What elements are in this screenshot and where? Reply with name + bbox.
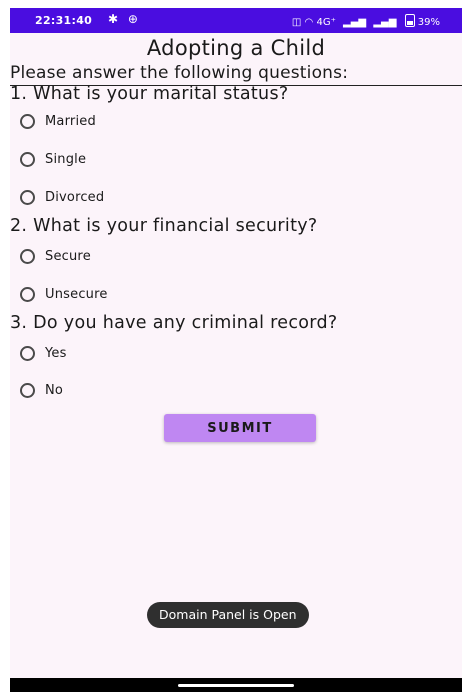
- radio-divorced[interactable]: Divorced: [20, 185, 104, 209]
- settings-gear-icon: ✱: [108, 12, 119, 26]
- vpn-icon: ⊕: [127, 12, 138, 26]
- app-screen: 22:31:40 ✱ ⊕ ◫ ◠ 4G⁺ ▂▄▆ ▂▄▆ 39% Adoptin…: [10, 8, 462, 692]
- network-type: 4G⁺: [316, 17, 336, 28]
- submit-button[interactable]: SUBMIT: [164, 414, 316, 442]
- radio-unchecked-icon[interactable]: [20, 248, 35, 264]
- page-title: Adopting a Child: [146, 36, 326, 60]
- vibrate-icon: ◫: [291, 17, 302, 28]
- radio-unchecked-icon[interactable]: [20, 151, 35, 167]
- status-bar: 22:31:40 ✱ ⊕ ◫ ◠ 4G⁺ ▂▄▆ ▂▄▆ 39%: [10, 8, 462, 33]
- status-time: 22:31:40: [35, 14, 93, 27]
- toast-message: Domain Panel is Open: [147, 602, 309, 628]
- radio-unchecked-icon[interactable]: [20, 382, 35, 398]
- home-indicator[interactable]: [178, 684, 294, 687]
- radio-unchecked-icon[interactable]: [20, 345, 35, 361]
- question-3-label: 3. Do you have any criminal record?: [10, 313, 338, 333]
- battery-icon: [404, 14, 415, 27]
- option-label: Yes: [45, 345, 67, 361]
- option-label: Divorced: [45, 189, 105, 205]
- option-label: No: [45, 382, 64, 398]
- navigation-bar: [10, 678, 462, 692]
- radio-secure[interactable]: Secure: [20, 244, 91, 268]
- signal-icon-2: ▂▄▆: [373, 17, 397, 28]
- radio-no[interactable]: No: [20, 378, 63, 402]
- option-label: Secure: [45, 248, 91, 264]
- signal-icon: ▂▄▆: [343, 17, 367, 28]
- instructions-text: Please answer the following questions:: [10, 63, 462, 86]
- radio-unsecure[interactable]: Unsecure: [20, 282, 108, 306]
- radio-yes[interactable]: Yes: [20, 341, 67, 365]
- question-2-label: 2. What is your financial security?: [10, 216, 318, 236]
- status-left-icons: ✱ ⊕: [108, 12, 144, 26]
- radio-unchecked-icon[interactable]: [20, 189, 35, 205]
- status-indicators: ◫ ◠ 4G⁺ ▂▄▆ ▂▄▆ 39%: [292, 14, 440, 28]
- option-label: Married: [45, 113, 96, 129]
- radio-unchecked-icon[interactable]: [20, 113, 35, 129]
- battery-percent: 39%: [417, 17, 440, 28]
- radio-married[interactable]: Married: [20, 109, 96, 133]
- option-label: Unsecure: [45, 286, 108, 302]
- question-1-label: 1. What is your marital status?: [10, 84, 289, 104]
- wifi-icon: ◠: [304, 17, 314, 28]
- option-label: Single: [45, 151, 87, 167]
- radio-single[interactable]: Single: [20, 147, 86, 171]
- radio-unchecked-icon[interactable]: [20, 286, 35, 302]
